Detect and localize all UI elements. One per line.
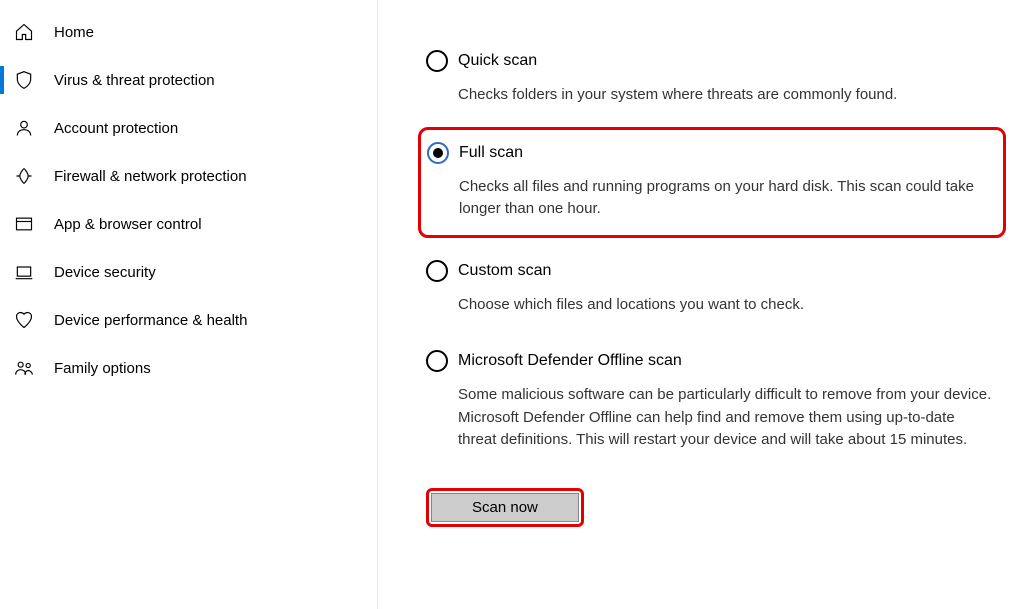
heart-icon: [12, 308, 36, 332]
option-desc: Checks folders in your system where thre…: [458, 84, 994, 107]
sidebar-item-virus-threat[interactable]: Virus & threat protection: [0, 56, 377, 104]
device-icon: [12, 260, 36, 284]
highlight-full-scan: Full scan Checks all files and running p…: [418, 127, 1006, 238]
option-title: Microsoft Defender Offline scan: [458, 352, 682, 370]
person-icon: [12, 116, 36, 140]
sidebar-item-firewall[interactable]: Firewall & network protection: [0, 152, 377, 200]
option-desc: Choose which files and locations you wan…: [458, 294, 994, 317]
radio-offline-scan[interactable]: [426, 350, 448, 372]
sidebar-item-account[interactable]: Account protection: [0, 104, 377, 152]
sidebar-item-label: Account protection: [54, 120, 178, 137]
highlight-scan-button: Scan now: [426, 488, 584, 527]
sidebar-item-label: App & browser control: [54, 216, 202, 233]
sidebar-item-family[interactable]: Family options: [0, 344, 377, 392]
sidebar-item-app-browser[interactable]: App & browser control: [0, 200, 377, 248]
option-desc: Some malicious software can be particula…: [458, 384, 994, 452]
shield-icon: [12, 68, 36, 92]
scan-option-offline: Microsoft Defender Offline scan Some mal…: [426, 350, 994, 452]
family-icon: [12, 356, 36, 380]
option-title: Quick scan: [458, 52, 537, 70]
sidebar: Home Virus & threat protection Account p…: [0, 0, 378, 609]
scan-option-quick: Quick scan Checks folders in your system…: [426, 50, 994, 107]
sidebar-item-home[interactable]: Home: [0, 8, 377, 56]
scan-option-full: Full scan Checks all files and running p…: [427, 142, 993, 221]
sidebar-item-label: Device security: [54, 264, 156, 281]
radio-custom-scan[interactable]: [426, 260, 448, 282]
option-desc: Checks all files and running programs on…: [459, 176, 993, 221]
radio-full-scan[interactable]: [427, 142, 449, 164]
scan-option-custom: Custom scan Choose which files and locat…: [426, 260, 994, 317]
network-icon: [12, 164, 36, 188]
sidebar-item-performance[interactable]: Device performance & health: [0, 296, 377, 344]
sidebar-item-device-security[interactable]: Device security: [0, 248, 377, 296]
sidebar-item-label: Firewall & network protection: [54, 168, 247, 185]
scan-now-button[interactable]: Scan now: [431, 493, 579, 522]
window-icon: [12, 212, 36, 236]
option-title: Custom scan: [458, 262, 551, 280]
sidebar-item-label: Family options: [54, 360, 151, 377]
sidebar-item-label: Home: [54, 24, 94, 41]
home-icon: [12, 20, 36, 44]
radio-quick-scan[interactable]: [426, 50, 448, 72]
sidebar-item-label: Virus & threat protection: [54, 72, 215, 89]
sidebar-item-label: Device performance & health: [54, 312, 247, 329]
main-content: Quick scan Checks folders in your system…: [378, 0, 1024, 609]
option-title: Full scan: [459, 144, 523, 162]
